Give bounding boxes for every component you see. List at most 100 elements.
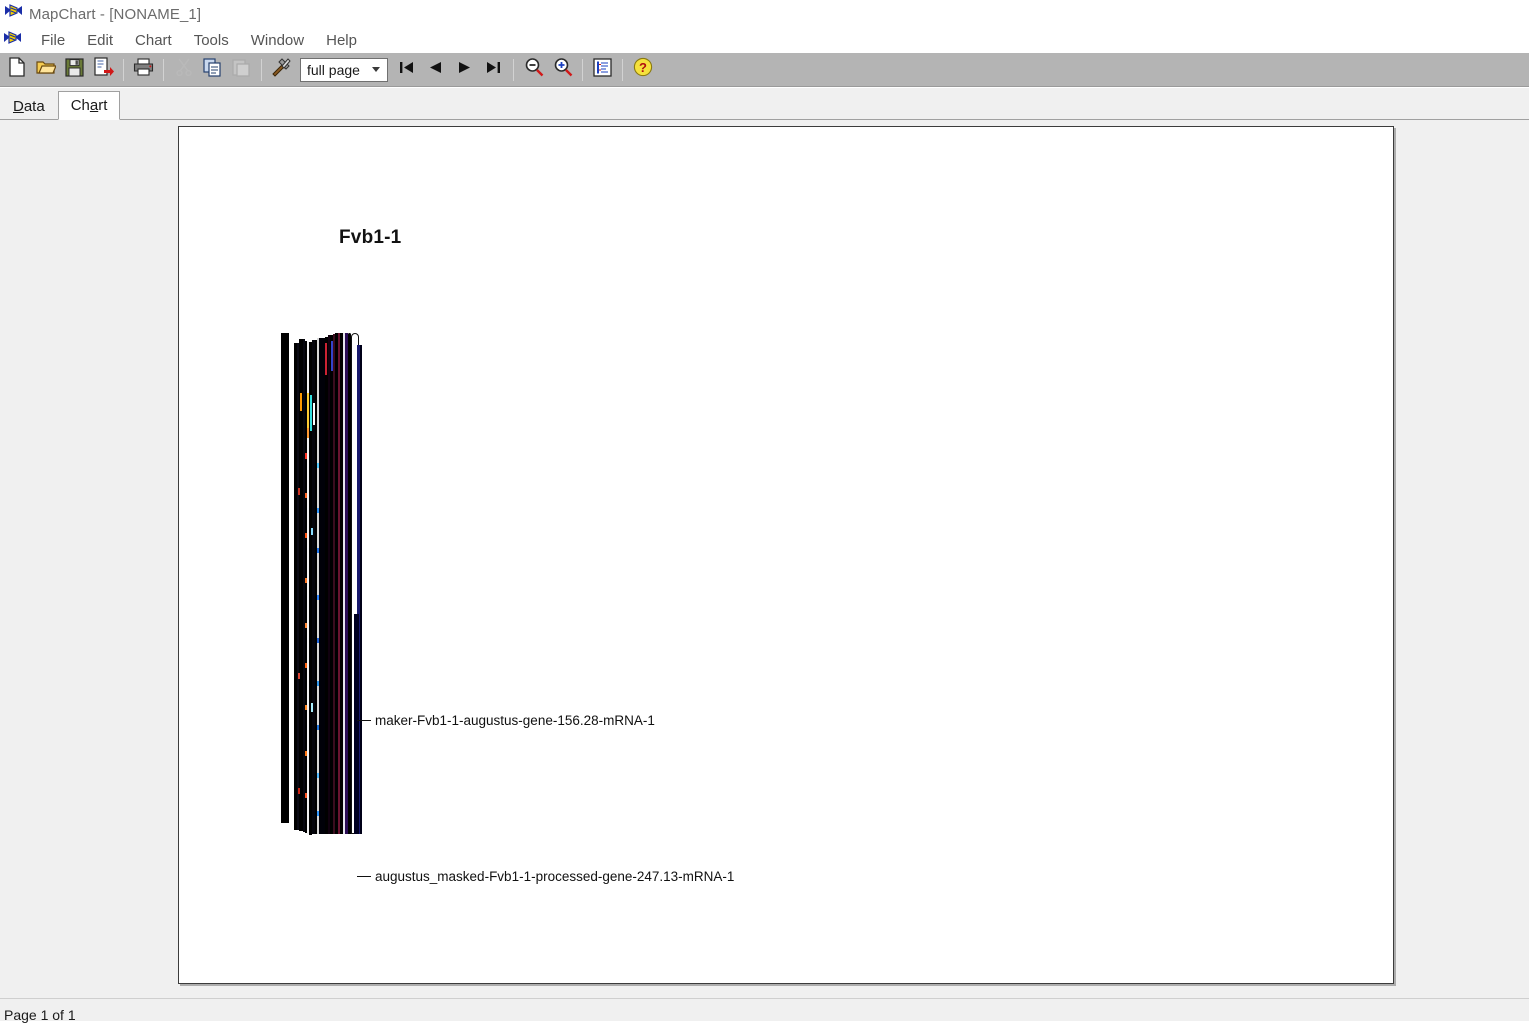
tab-chart-label-pre: Ch [70,97,90,114]
chart-page-canvas[interactable]: Fvb1-1 maker-Fvb1-1-augustus-gene-156.28… [178,126,1394,984]
toolbar-separator-6 [622,58,623,81]
tab-data-label: ata [23,97,45,115]
menu-item-help[interactable]: Help [315,31,368,50]
help-button[interactable]: ? [629,56,656,84]
marker-tick-icon [357,720,371,721]
map-marker [311,703,313,712]
zoom-select[interactable]: full page [300,57,388,82]
map-marker [305,751,307,756]
marker-tick-icon [357,876,371,877]
tab-chart-accel: a [89,97,99,114]
marker-label-row[interactable]: augustus_masked-Fvb1-1-processed-gene-24… [357,869,734,884]
map-marker [313,403,315,425]
new-file-button[interactable] [3,56,30,84]
tab-data[interactable]: Data [0,93,58,119]
marker-label-text: maker-Fvb1-1-augustus-gene-156.28-mRNA-1 [375,713,655,728]
toolbar-separator-5 [582,58,583,81]
svg-text:?: ? [639,60,647,75]
map-marker [317,638,319,643]
open-file-button[interactable] [32,56,59,84]
map-marker [317,681,319,686]
menu-item-file[interactable]: File [30,31,76,50]
menu-item-tools[interactable]: Tools [183,31,240,50]
cut-scissors-icon [175,58,192,81]
tabstrip: Data Chart [0,88,1529,120]
map-marker [300,393,302,411]
print-icon [133,58,154,81]
mapchart-logo-icon [3,30,22,51]
menubar: File Edit Chart Tools Window Help [0,28,1529,53]
map-marker [310,395,312,431]
map-marker [317,463,319,468]
linkage-band [281,333,289,823]
new-file-icon [8,57,26,82]
map-marker [305,578,307,583]
linkage-group-cluster[interactable]: maker-Fvb1-1-augustus-gene-156.28-mRNA-1… [281,333,734,884]
map-marker [317,595,319,600]
tab-data-accel: D [13,97,24,115]
copy-icon [202,57,223,82]
mapchart-logo-icon [4,4,23,24]
next-page-button[interactable] [451,56,478,84]
help-question-icon: ? [633,57,653,82]
linkage-band [360,345,362,834]
print-button[interactable] [130,56,157,84]
menu-item-chart[interactable]: Chart [124,31,183,50]
map-marker [305,793,307,798]
export-icon [93,57,114,82]
map-marker [317,508,319,513]
window-title: MapChart - [NONAME_1] [29,5,202,23]
map-marker [298,488,300,495]
first-page-icon [398,60,415,80]
chart-workarea[interactable]: Fvb1-1 maker-Fvb1-1-augustus-gene-156.28… [0,120,1529,998]
zoom-in-icon [553,57,573,82]
next-page-icon [457,60,472,80]
toolbar-separator-1 [123,58,124,81]
map-marker [305,663,307,668]
toolbar-separator-3 [261,58,262,81]
zoom-out-button[interactable] [520,56,547,84]
map-marker [305,533,307,538]
map-marker [298,673,300,679]
export-button[interactable] [90,56,117,84]
toolbar-separator-2 [163,58,164,81]
copy-button[interactable] [199,56,226,84]
previous-page-button[interactable] [422,56,449,84]
map-marker [305,493,307,498]
zoom-select-value: full page [307,61,360,78]
menu-item-edit[interactable]: Edit [76,31,124,50]
save-button[interactable] [61,56,88,84]
map-marker [305,623,307,628]
toolbar: full page ? [0,53,1529,87]
map-marker [317,811,319,816]
open-folder-icon [35,58,57,81]
zoom-in-button[interactable] [549,56,576,84]
map-marker [317,773,319,778]
map-marker [331,341,333,371]
save-disk-icon [65,57,84,82]
map-marker [307,428,309,438]
statusbar: Page 1 of 1 [0,998,1529,1023]
first-page-button[interactable] [393,56,420,84]
map-marker [325,343,327,375]
map-marker [317,548,319,553]
chevron-down-icon [372,67,380,72]
toolbar-separator-4 [513,58,514,81]
map-marker [305,705,307,710]
tab-chart[interactable]: Chart [57,91,121,120]
options-button[interactable] [268,56,295,84]
chart-preview-icon [593,57,612,82]
tools-hammer-icon [271,57,292,82]
menu-item-window[interactable]: Window [240,31,315,50]
map-marker [307,393,309,433]
paste-icon [232,58,251,82]
marker-label-row[interactable]: maker-Fvb1-1-augustus-gene-156.28-mRNA-1 [357,713,655,728]
map-marker [311,528,313,535]
zoom-out-icon [524,57,544,82]
marker-label-text: augustus_masked-Fvb1-1-processed-gene-24… [375,869,735,884]
map-marker [317,725,319,730]
chart-preview-button[interactable] [589,56,616,84]
map-marker [305,453,307,459]
last-page-button[interactable] [480,56,507,84]
cut-button [170,56,197,84]
